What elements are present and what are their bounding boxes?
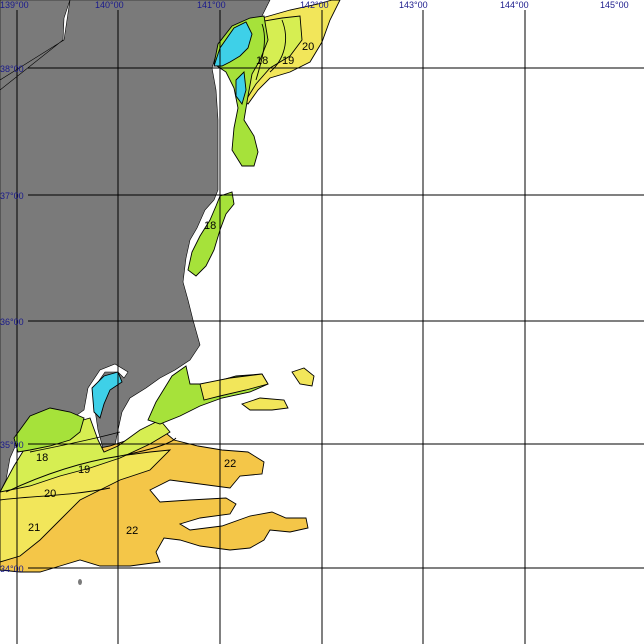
latitude-label: 34°00 [0,564,24,574]
latitude-label: 37°00 [0,191,24,201]
latitude-label: 36°00 [0,317,24,327]
longitude-label: 139°00 [0,0,29,10]
longitude-label: 143°00 [399,0,428,10]
isotherm-label: 18 [36,452,48,464]
isotherm-label: 20 [44,488,56,500]
isotherm-label: 20 [302,41,314,53]
latitude-label: 35°00 [0,440,24,450]
longitude-label: 145°00 [600,0,629,10]
sst-patch-east-yellow-2 [241,397,289,411]
isotherm-label: 21 [28,522,40,534]
isotherm-label: 18 [204,220,216,232]
longitude-label: 142°00 [300,0,329,10]
isotherm-label: 22 [126,525,138,537]
island [78,579,82,585]
longitude-label: 144°00 [500,0,529,10]
island [41,7,45,13]
latitude-label: 38°00 [0,64,24,74]
isotherm-label: 18 [256,55,268,67]
longitude-label: 141°00 [197,0,226,10]
sst-map: 139°00 140°00 141°00 142°00 143°00 144°0… [0,0,644,644]
sst-patch-east-yellow-3 [291,367,315,387]
longitude-label: 140°00 [95,0,124,10]
sst-patch-east-yellow [199,373,269,401]
isotherm-label: 22 [224,458,236,470]
longitude-labels: 139°00 140°00 141°00 142°00 143°00 144°0… [0,0,629,10]
isotherm-label: 19 [78,464,90,476]
isotherm-label: 19 [282,55,294,67]
